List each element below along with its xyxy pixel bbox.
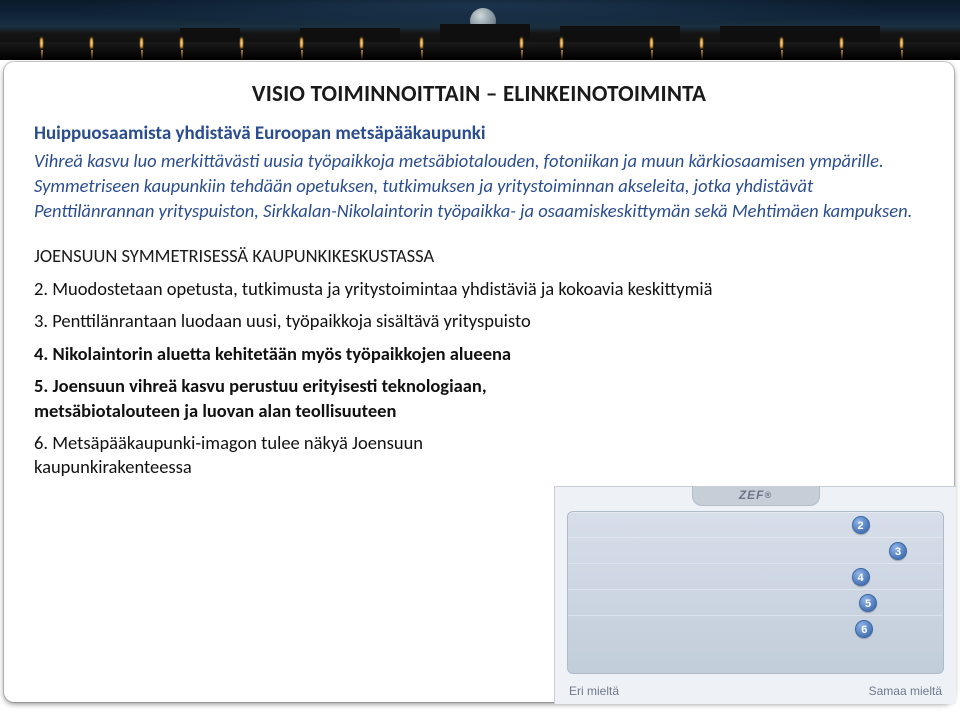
zef-node[interactable]: 4 — [852, 568, 870, 586]
zef-grid[interactable]: 2 3 4 5 6 — [567, 511, 944, 674]
slide-title: VISIO TOIMINNOITTAIN – ELINKEINOTOIMINTA — [34, 80, 924, 108]
slide-subtitle: Huippuosaamista yhdistävä Euroopan metsä… — [34, 122, 924, 145]
item-text: Muodostetaan opetusta, tutkimusta ja yri… — [52, 277, 712, 300]
section-heading: JOENSUUN SYMMETRISESSÄ KAUPUNKIKESKUSTAS… — [34, 244, 924, 267]
list-item: 4. Nikolaintorin aluetta kehitetään myös… — [34, 342, 924, 366]
zef-axis: Eri mieltä Samaa mieltä — [569, 684, 942, 698]
zef-node[interactable]: 2 — [852, 516, 870, 534]
item-number: 4. — [34, 342, 48, 365]
item-text: Joensuun vihreä kasvu perustuu erityises… — [34, 374, 487, 421]
zef-row[interactable]: 4 — [568, 564, 943, 590]
item-text: Penttilänrantaan luodaan uusi, työpaikko… — [52, 309, 531, 332]
zef-row[interactable]: 2 — [568, 512, 943, 538]
item-text: Metsäpääkaupunki-imagon tulee näkyä Joen… — [34, 431, 423, 478]
zef-axis-right-label: Samaa mieltä — [869, 684, 942, 698]
slide-card: VISIO TOIMINNOITTAIN – ELINKEINOTOIMINTA… — [4, 62, 954, 702]
item-number: 3. — [34, 309, 48, 332]
list-item: 3. Penttilänrantaan luodaan uusi, työpai… — [34, 309, 924, 333]
list-item: 2. Muodostetaan opetusta, tutkimusta ja … — [34, 277, 924, 301]
zef-row[interactable]: 5 — [568, 590, 943, 616]
zef-node[interactable]: 6 — [855, 620, 873, 638]
zef-axis-left-label: Eri mieltä — [569, 684, 619, 698]
zef-widget: ZEF® 2 3 4 5 6 Eri mieltä Samaa mieltä — [554, 486, 956, 704]
list-item: 5. Joensuun vihreä kasvu perustuu erityi… — [34, 374, 554, 423]
intro-paragraph: Vihreä kasvu luo merkittävästi uusia työ… — [34, 149, 924, 224]
list-item: 6. Metsäpääkaupunki-imagon tulee näkyä J… — [34, 431, 554, 480]
zef-brand-label: ZEF — [739, 488, 765, 502]
item-number: 2. — [34, 277, 48, 300]
zef-row[interactable]: 3 — [568, 538, 943, 564]
banner-image — [0, 0, 960, 60]
item-number: 5. — [34, 374, 48, 397]
item-number: 6. — [34, 431, 48, 454]
zef-node[interactable]: 3 — [889, 542, 907, 560]
zef-node[interactable]: 5 — [859, 594, 877, 612]
item-text: Nikolaintorin aluetta kehitetään myös ty… — [53, 342, 512, 365]
zef-brand-tab: ZEF® — [692, 486, 820, 506]
zef-row[interactable]: 6 — [568, 616, 943, 642]
